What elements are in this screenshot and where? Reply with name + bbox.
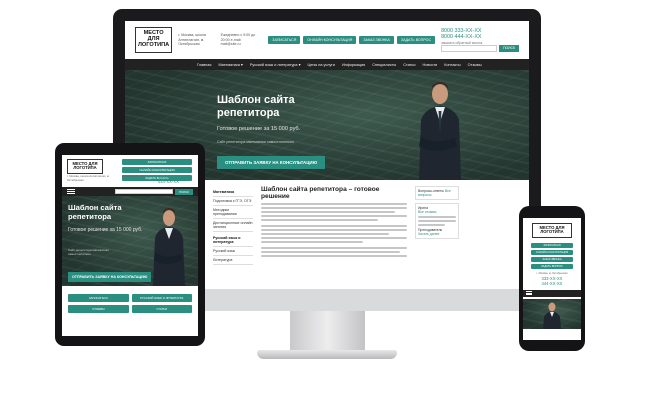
tablet-grid-signup[interactable]: ЗАПИСАТЬСЯ <box>68 294 129 302</box>
sidebar-item-online[interactable]: Дистанционные онлайн занятия <box>213 219 253 232</box>
nav-home[interactable]: Главная <box>197 63 211 67</box>
phone-device: МЕСТО ДЛЯ ЛОГОТИПА ЗАПИСАТЬСЯ ОНЛАЙН КОН… <box>519 206 585 351</box>
phone-screen: МЕСТО ДЛЯ ЛОГОТИПА ЗАПИСАТЬСЯ ОНЛАЙН КОН… <box>523 218 581 340</box>
signup-button[interactable]: ЗАПИСАТЬСЯ <box>268 36 301 44</box>
tablet-hours: Ежедневно e-mail <box>122 174 145 178</box>
tablet-phones: 333-XX-XX 444-XX-XX <box>158 174 179 185</box>
tablet-grid-reviews[interactable]: ОТЗЫВЫ <box>68 305 129 313</box>
review-text <box>418 216 456 226</box>
phone-consult-button[interactable]: ОНЛАЙН КОНСУЛЬТАЦИЯ <box>531 249 573 255</box>
phone-signup-button[interactable]: ЗАПИСАТЬСЯ <box>531 242 573 248</box>
tablet-hero-cta-button[interactable]: ОТПРАВИТЬ ЗАЯВКУ НА КОНСУЛЬТАЦИЮ <box>68 272 152 282</box>
nav-russian[interactable]: Русский язык и литература ▾ <box>250 62 301 67</box>
hamburger-menu-icon[interactable] <box>67 189 75 194</box>
tablet-device: МЕСТО ДЛЯ ЛОГОТИПА ЗАПИСАТЬСЯ ОНЛАЙН КОН… <box>55 143 205 346</box>
phone-address: г. Москва, м. Октябрьская <box>536 271 568 275</box>
nav-reviews[interactable]: Отзывы <box>468 63 482 67</box>
phone-tutor-photo <box>543 302 561 329</box>
tablet-hero-price: Готовое решение за 15 000 руб. <box>68 227 143 233</box>
online-consult-button[interactable]: ОНЛАЙН КОНСУЛЬТАЦИЯ <box>303 36 357 44</box>
phone-buttons: ЗАПИСАТЬСЯ ОНЛАЙН КОНСУЛЬТАЦИЯ ЗАКАЗ ЗВО… <box>523 242 581 269</box>
tablet-grid-articles[interactable]: СТАТЬИ <box>131 305 192 313</box>
nav-articles[interactable]: Статьи <box>403 63 415 67</box>
faq-box: Вопросы-ответы Все вопросы <box>415 186 459 200</box>
sidebar-item-methods[interactable]: Методики преподавания <box>213 206 253 219</box>
sidebar-item-math[interactable]: Математика <box>213 188 253 197</box>
hero-price: Готовое решение за 15 000 руб. <box>217 126 301 132</box>
site-logo[interactable]: МЕСТО ДЛЯ ЛОГОТИПА <box>135 27 173 53</box>
sidebar-item-russian-lit[interactable]: Русский язык и литература <box>213 234 253 247</box>
nav-prices[interactable]: Цены на услуги <box>307 63 334 67</box>
tablet-address: г. Москва, школа Антиплагиат, м. Октябрь… <box>67 174 110 182</box>
tablet-search-row: ПОИСК <box>115 188 193 195</box>
tablet-phone-2[interactable]: 444-XX-XX <box>158 179 179 185</box>
tablet-screen: МЕСТО ДЛЯ ЛОГОТИПА ЗАПИСАТЬСЯ ОНЛАЙН КОН… <box>62 155 198 336</box>
tablet-search-input[interactable] <box>115 189 174 194</box>
monitor-base <box>257 350 397 359</box>
callback-button[interactable]: ЗАКАЗ ЗВОНКА <box>359 36 394 44</box>
phone-logo[interactable]: МЕСТО ДЛЯ ЛОГОТИПА <box>532 223 572 238</box>
site-header: МЕСТО ДЛЯ ЛОГОТИПА г. Москва, школа Анти… <box>125 21 529 59</box>
tablet-nav-bar: ПОИСК <box>62 187 198 196</box>
ask-question-button[interactable]: ЗАДАТЬ ВОПРОС <box>396 36 436 44</box>
phone-hero <box>523 298 581 329</box>
nav-info[interactable]: Информация <box>342 63 365 67</box>
search-button[interactable]: ПОИСК <box>499 45 519 52</box>
sidebar-item-exam[interactable]: Подготовка к ГГЭ, ОГЭ <box>213 197 253 206</box>
review-box: Ирина Все отзывы Преподаватель Читать да… <box>415 203 459 239</box>
read-more-link[interactable]: Читать далее <box>418 232 456 236</box>
right-sidebar: Вопросы-ответы Все вопросы Ирина Все отз… <box>415 186 459 265</box>
article-title: Шаблон сайта репетитора – готовое решени… <box>261 186 380 200</box>
sidebar-item-russian[interactable]: Русский язык <box>213 247 253 256</box>
search-row: ПОИСК <box>441 45 519 53</box>
nav-math[interactable]: Математика ▾ <box>218 62 242 67</box>
phone-hamburger-icon[interactable] <box>526 291 532 296</box>
nav-specialists[interactable]: Специалисты <box>372 63 396 67</box>
header-address: г. Москва, школа Антиплагиат, м. Октябрь… <box>178 32 206 47</box>
sidebar-menu: Математика Подготовка к ГГЭ, ОГЭ Методик… <box>213 186 253 265</box>
tablet-consult-button[interactable]: ОНЛАЙН КОНСУЛЬТАЦИЯ <box>122 167 192 173</box>
search-input[interactable] <box>441 45 498 53</box>
hero-cta-button[interactable]: ОТПРАВИТЬ ЗАЯВКУ НА КОНСУЛЬТАЦИЮ <box>217 156 326 169</box>
all-reviews-link[interactable]: Все отзывы <box>418 210 456 214</box>
phone-numbers: 333-XX-XX 444-XX-XX <box>523 276 581 287</box>
header-hours: Ежедневно с 9:00 до 20:00 e-mail: mail@s… <box>220 32 256 47</box>
phone-nav-bar <box>523 289 581 297</box>
tablet-search-button[interactable]: ПОИСК <box>175 188 193 195</box>
tablet-hero-subtitle: Сайт репетитора математики самостоятельн… <box>68 248 109 256</box>
phone-ask-button[interactable]: ЗАДАТЬ ВОПРОС <box>531 263 573 269</box>
phone-callback-button[interactable]: ЗАКАЗ ЗВОНКА <box>531 256 573 262</box>
tablet-hero-title: Шаблон сайта репетитора <box>68 203 122 221</box>
hero-title: Шаблон сайта репетитора <box>217 94 295 119</box>
sidebar-item-literature[interactable]: Литература <box>213 256 253 265</box>
header-buttons: ЗАПИСАТЬСЯ ОНЛАЙН КОНСУЛЬТАЦИЯ ЗАКАЗ ЗВО… <box>268 36 436 44</box>
nav-news[interactable]: Новости <box>423 63 438 67</box>
hero-subtitle: Сайт репетитора математики самостоятельн… <box>217 140 295 144</box>
tablet-signup-button[interactable]: ЗАПИСАТЬСЯ <box>122 159 192 165</box>
tutor-photo <box>419 82 461 180</box>
phone-phone-2[interactable]: 444-XX-XX <box>523 281 581 287</box>
tablet-header: МЕСТО ДЛЯ ЛОГОТИПА ЗАПИСАТЬСЯ ОНЛАЙН КОН… <box>62 155 198 187</box>
tablet-button-grid: ЗАПИСАТЬСЯ РУССКИЙ ЯЗЫК И ЛИТЕРАТУРА ОТЗ… <box>62 286 198 321</box>
header-phones: 8000 333-XX-XX 8000 444-XX-XX заказать о… <box>441 28 519 53</box>
monitor-stand <box>290 311 365 353</box>
nav-contacts[interactable]: Контакты <box>444 63 460 67</box>
tablet-tutor-photo <box>153 208 185 286</box>
tablet-hero: Шаблон сайта репетитора Готовое решение … <box>62 196 198 286</box>
article-text <box>261 203 407 257</box>
main-article: Шаблон сайта репетитора – готовое решени… <box>261 186 407 265</box>
main-nav: Главная Математика ▾ Русский язык и лите… <box>125 59 529 70</box>
tablet-logo[interactable]: МЕСТО ДЛЯ ЛОГОТИПА <box>67 159 103 174</box>
tablet-grid-russian[interactable]: РУССКИЙ ЯЗЫК И ЛИТЕРАТУРА <box>131 294 192 302</box>
